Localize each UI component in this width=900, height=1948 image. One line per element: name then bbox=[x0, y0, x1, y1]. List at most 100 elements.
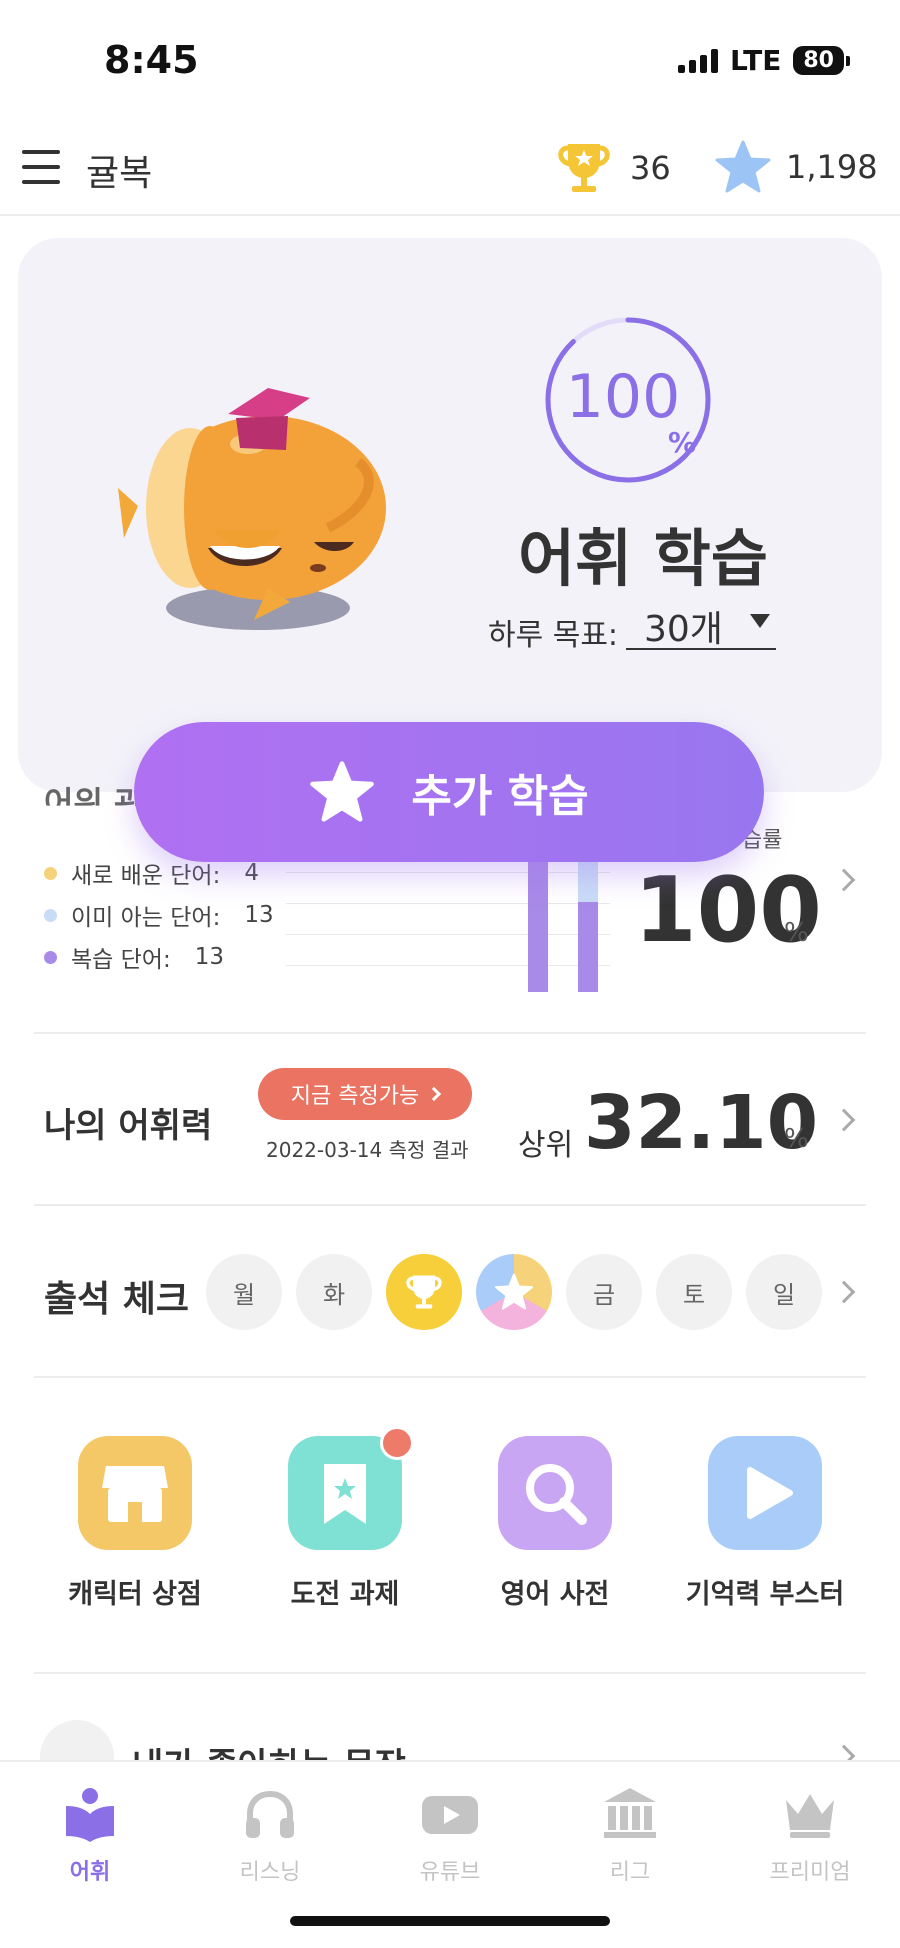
chart-bar bbox=[528, 862, 548, 992]
progress-unit: % bbox=[668, 426, 697, 459]
progress-value: 100 bbox=[565, 362, 681, 432]
rank-label: 상위 bbox=[518, 1128, 574, 1163]
tab-league[interactable]: 리그 bbox=[540, 1784, 720, 1886]
legend-value: 13 bbox=[244, 902, 274, 928]
daily-goal-select[interactable]: 30개 bbox=[626, 600, 776, 650]
headphones-icon bbox=[246, 1790, 294, 1838]
heart-icon bbox=[40, 1720, 114, 1760]
trophy-icon bbox=[558, 144, 610, 192]
trophy-icon bbox=[406, 1275, 442, 1309]
chart-bar bbox=[578, 902, 598, 992]
day-wed-trophy[interactable] bbox=[386, 1254, 462, 1330]
vocab-level-label: 나의 어휘력 bbox=[44, 1106, 213, 1146]
bookmark-star-icon bbox=[288, 1426, 414, 1550]
character-shop-tile[interactable]: 캐릭터 상점 bbox=[30, 1436, 240, 1611]
youtube-icon bbox=[422, 1796, 478, 1834]
crown-icon bbox=[786, 1794, 834, 1838]
fish-mascot-image bbox=[118, 388, 386, 630]
favorite-sentences-row[interactable]: 내가 좋아하는 문장 bbox=[0, 1708, 900, 1760]
legend-value: 4 bbox=[244, 860, 259, 886]
day-mon[interactable]: 월 bbox=[206, 1254, 282, 1330]
tile-label: 도전 과제 bbox=[290, 1579, 400, 1610]
status-bar: 8:45 LTE 80 bbox=[0, 0, 900, 120]
star-icon bbox=[495, 1273, 533, 1310]
feature-menu: 캐릭터 상점 도전 과제 영어 사전 기억력 부스터 bbox=[0, 1426, 900, 1636]
divider bbox=[34, 1376, 866, 1378]
store-icon bbox=[78, 1436, 192, 1550]
divider bbox=[34, 1032, 866, 1034]
legend-item-known: 이미 아는 단어: 13 bbox=[44, 894, 274, 936]
day-tue[interactable]: 화 bbox=[296, 1254, 372, 1330]
challenge-tile[interactable]: 도전 과제 bbox=[240, 1426, 450, 1611]
favorite-sentences-label: 내가 좋아하는 문장 bbox=[132, 1738, 406, 1760]
divider bbox=[34, 1204, 866, 1206]
status-time: 8:45 bbox=[104, 38, 199, 82]
star-count[interactable]: 1,198 bbox=[714, 140, 878, 194]
memory-booster-tile[interactable]: 기억력 부스터 bbox=[660, 1436, 870, 1611]
app-header: 귤복 36 1,198 bbox=[0, 120, 900, 216]
home-indicator bbox=[290, 1916, 610, 1926]
play-icon bbox=[708, 1436, 822, 1550]
star-icon bbox=[715, 140, 771, 193]
chart-bar bbox=[578, 862, 598, 902]
english-dictionary-tile[interactable]: 영어 사전 bbox=[450, 1436, 660, 1611]
tab-label: 유튜브 bbox=[419, 1860, 481, 1885]
rank-unit: % bbox=[784, 1124, 809, 1154]
measure-date: 2022-03-14 측정 결과 bbox=[266, 1138, 469, 1162]
vocab-legend: 새로 배운 단어: 4 이미 아는 단어: 13 복습 단어: 13 bbox=[44, 852, 274, 978]
tab-label: 어휘 bbox=[69, 1860, 111, 1885]
rate-unit: % bbox=[784, 918, 809, 948]
vocab-study-title: 어휘 학습 bbox=[518, 522, 768, 595]
trophy-count[interactable]: 36 bbox=[552, 140, 671, 196]
vocab-stats-title: 어위 관 bbox=[44, 784, 144, 822]
legend-label: 복습 단어: bbox=[71, 947, 171, 973]
legend-item-review: 복습 단어: 13 bbox=[44, 936, 274, 978]
star-value: 1,198 bbox=[786, 148, 878, 186]
legend-value: 13 bbox=[194, 944, 224, 970]
tab-youtube[interactable]: 유튜브 bbox=[360, 1784, 540, 1886]
tab-premium[interactable]: 프리미엄 bbox=[720, 1784, 900, 1886]
measure-now-label: 지금 측정가능 bbox=[290, 1084, 420, 1109]
chevron-right-icon[interactable] bbox=[832, 1108, 856, 1132]
chevron-right-icon bbox=[427, 1086, 442, 1102]
legend-dot bbox=[44, 950, 57, 964]
measure-now-button[interactable]: 지금 측정가능 bbox=[258, 1068, 472, 1120]
book-icon bbox=[66, 1788, 114, 1842]
daily-goal-value: 30개 bbox=[644, 609, 723, 650]
network-label: LTE bbox=[729, 44, 782, 77]
gem-badge-icon bbox=[380, 1426, 414, 1460]
day-sat[interactable]: 토 bbox=[656, 1254, 732, 1330]
extra-study-label: 추가 학습 bbox=[411, 771, 589, 822]
tab-label: 리그 bbox=[609, 1860, 651, 1885]
user-name: 귤복 bbox=[86, 153, 153, 194]
day-fri[interactable]: 금 bbox=[566, 1254, 642, 1330]
hamburger-menu-icon[interactable] bbox=[22, 150, 60, 184]
chevron-right-icon bbox=[832, 868, 856, 892]
dropdown-arrow-icon bbox=[750, 614, 770, 628]
trophy-value: 36 bbox=[630, 149, 671, 187]
extra-study-button[interactable]: 추가 학습 bbox=[134, 722, 764, 862]
day-sun[interactable]: 일 bbox=[746, 1254, 822, 1330]
status-indicators: LTE 80 bbox=[677, 44, 850, 77]
daily-goal-label: 하루 목표: bbox=[488, 618, 619, 653]
tab-label: 리스닝 bbox=[239, 1860, 301, 1885]
divider bbox=[34, 1672, 866, 1674]
star-icon bbox=[310, 761, 375, 822]
legend-label: 이미 아는 단어: bbox=[71, 905, 221, 931]
tab-listening[interactable]: 리스닝 bbox=[180, 1784, 360, 1886]
day-thu-star[interactable] bbox=[476, 1254, 552, 1330]
tile-label: 영어 사전 bbox=[500, 1579, 610, 1610]
mini-chart-grid bbox=[286, 872, 610, 982]
signal-icon bbox=[677, 48, 718, 73]
legend-dot bbox=[44, 908, 57, 922]
attendance-label: 출석 체크 bbox=[44, 1279, 190, 1320]
chevron-right-icon[interactable] bbox=[832, 1280, 856, 1304]
tab-vocab[interactable]: 어휘 bbox=[0, 1784, 180, 1886]
battery-icon: 80 bbox=[793, 46, 850, 75]
tab-label: 프리미엄 bbox=[769, 1860, 851, 1885]
tile-label: 기억력 부스터 bbox=[685, 1579, 845, 1610]
bank-icon bbox=[604, 1788, 656, 1838]
vocab-study-card[interactable]: 100 % 어휘 학습 하루 목표: 30개 bbox=[18, 238, 882, 792]
chevron-right-icon bbox=[832, 1744, 856, 1760]
tile-label: 캐릭터 상점 bbox=[68, 1579, 202, 1610]
